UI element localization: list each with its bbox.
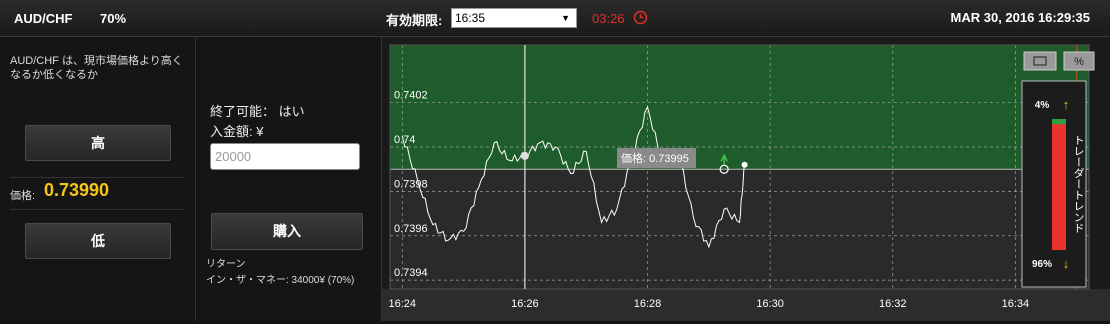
amount-input[interactable]: 20000 <box>210 143 360 170</box>
prediction-panel: AUD/CHF は、現市場価格より高くなるか低くなるか 高 価格: 0.7399… <box>0 37 196 321</box>
x-tick-label: 16:30 <box>756 298 784 310</box>
expiry-label: 有効期限: <box>386 13 443 28</box>
trader-trend: 4% ↑ 96% ↓ トレーダートレンド <box>1021 80 1087 288</box>
up-zone <box>390 45 1089 170</box>
down-zone <box>390 169 1089 289</box>
price-tooltip: 価格: 0.73995 <box>617 148 696 168</box>
button-bg <box>1023 51 1057 71</box>
can-close-text: 終了可能： はい <box>210 104 305 119</box>
high-button[interactable]: 高 <box>25 125 171 161</box>
payout-percent: 70% <box>100 11 127 26</box>
chart-type-button[interactable] <box>1023 51 1057 71</box>
trend-title: トレーダートレンド <box>1072 135 1085 234</box>
y-tick-label: 0.7398 <box>394 178 428 190</box>
divider <box>10 177 184 178</box>
price-label: 価格: <box>10 190 36 202</box>
prediction-description: AUD/CHF は、現市場価格より高くなるか低くなるか <box>10 55 183 81</box>
tooltip-text: 価格: 0.73995 <box>621 151 689 165</box>
y-tick-label: 0.7396 <box>394 223 428 235</box>
x-tick-label: 16:32 <box>879 298 907 310</box>
x-tick-label: 16:28 <box>634 298 662 310</box>
percent-button[interactable]: % <box>1063 51 1095 71</box>
x-tick-label: 16:34 <box>1002 298 1030 310</box>
expiry-select[interactable]: 16:35 ▼ <box>451 8 577 28</box>
trend-down-arrow-icon: ↓ <box>1063 256 1070 271</box>
return-label: リターン <box>206 259 246 270</box>
low-button[interactable]: 低 <box>25 223 171 259</box>
current-point <box>741 161 748 168</box>
order-panel: 終了可能： はい 入金額: ¥ 20000 購入 リターン イン・ザ・マネー: … <box>196 37 382 321</box>
y-tick-label: 0.7394 <box>394 267 428 279</box>
top-bar: AUD/CHF 70% 有効期限: 16:35 ▼ 03:26 MAR 30, … <box>0 0 1110 37</box>
trend-up-arrow-icon: ↑ <box>1063 97 1070 112</box>
expiry-select-value: 16:35 <box>455 11 486 25</box>
y-tick-label: 0.7402 <box>394 90 428 102</box>
countdown-timer: 03:26 <box>592 11 625 26</box>
return-value: イン・ザ・マネー: 34000¥ (70%) <box>206 275 355 286</box>
buy-button[interactable]: 購入 <box>211 213 363 250</box>
divider <box>10 209 184 210</box>
price-value: 0.73990 <box>44 180 110 200</box>
percent-icon: % <box>1074 56 1084 68</box>
chart-svg: 0.74020.740.73980.73960.739416:24 16:26 16… <box>382 44 1110 321</box>
dropdown-arrow-icon: ▼ <box>561 13 570 23</box>
x-tick-label: 16:26 <box>511 298 539 310</box>
price-chart[interactable]: 0.7402 0.74 0.7398 0.7396 0.7394 16:24 16:26 16… <box>382 37 1110 321</box>
trend-bar-down <box>1052 119 1066 250</box>
trend-bar-up <box>1052 119 1066 125</box>
trend-down-percent: 96% <box>1032 259 1052 270</box>
asset-name: AUD/CHF <box>14 11 73 26</box>
crosshair-point <box>520 151 529 160</box>
clock-icon <box>633 10 648 25</box>
current-datetime: MAR 30, 2016 16:29:35 <box>950 10 1090 25</box>
x-tick-label: 16:24 <box>388 298 416 310</box>
amount-label: 入金額: ¥ <box>210 124 264 139</box>
trend-up-percent: 4% <box>1035 100 1050 111</box>
